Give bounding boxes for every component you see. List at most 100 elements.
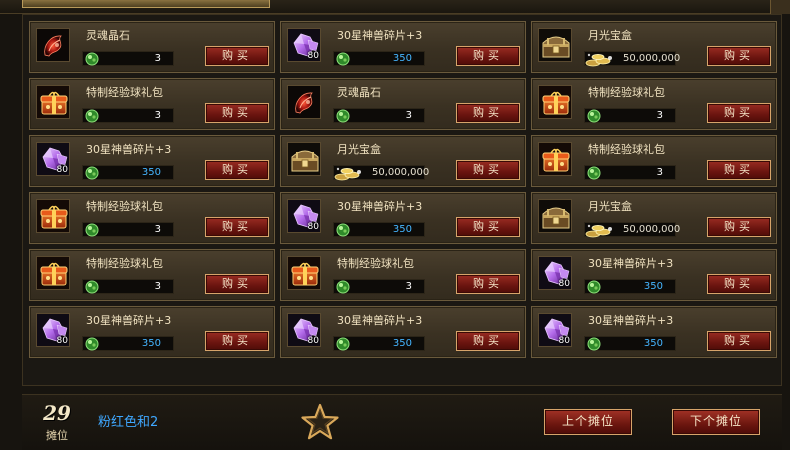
buy-button[interactable]: 购买 <box>707 160 771 180</box>
gift-box-icon[interactable] <box>36 199 70 233</box>
gift-box-icon[interactable] <box>287 256 321 290</box>
gift-box-icon[interactable] <box>36 256 70 290</box>
soul-crystal-icon[interactable] <box>36 28 70 62</box>
top-right-tab <box>770 0 790 14</box>
booth-item-panel: 灵魂晶石 3 购买 80 30星神兽碎片+3 350 购买 月光宝盒 50,000,000 购买特… <box>22 14 782 386</box>
price-value: 3 <box>154 53 161 64</box>
purple-gem-icon[interactable]: 80 <box>287 199 321 233</box>
buy-button[interactable]: 购买 <box>456 160 520 180</box>
item-price: 350 <box>333 51 425 66</box>
item-name: 30星神兽碎片+3 <box>588 314 674 327</box>
price-value: 3 <box>405 110 412 121</box>
top-tab[interactable] <box>22 0 270 8</box>
item-name: 灵魂晶石 <box>337 86 381 99</box>
treasure-chest-icon[interactable] <box>287 142 321 176</box>
buy-button[interactable]: 购买 <box>707 103 771 123</box>
buy-button[interactable]: 购买 <box>456 103 520 123</box>
shop-item-card: 80 30星神兽碎片+3 350 购买 <box>29 135 275 187</box>
purple-gem-icon[interactable]: 80 <box>36 142 70 176</box>
item-name: 月光宝盒 <box>588 29 632 42</box>
purple-gem-icon[interactable]: 80 <box>287 28 321 62</box>
buy-button[interactable]: 购买 <box>205 217 269 237</box>
item-price: 3 <box>584 108 676 123</box>
item-quantity: 80 <box>558 336 570 346</box>
next-booth-button[interactable]: 下个摊位 <box>672 409 760 435</box>
star-icon[interactable] <box>301 403 339 445</box>
gift-box-icon[interactable] <box>36 85 70 119</box>
item-name: 30星神兽碎片+3 <box>337 314 423 327</box>
buy-button[interactable]: 购买 <box>205 103 269 123</box>
purple-gem-icon[interactable]: 80 <box>36 313 70 347</box>
buy-button[interactable]: 购买 <box>205 274 269 294</box>
buy-button[interactable]: 购买 <box>456 331 520 351</box>
buy-button[interactable]: 购买 <box>707 274 771 294</box>
buy-button[interactable]: 购买 <box>205 331 269 351</box>
gift-box-icon[interactable] <box>538 85 572 119</box>
item-price: 50,000,000 <box>584 222 680 238</box>
buy-button[interactable]: 购买 <box>456 274 520 294</box>
item-price: 350 <box>584 279 676 294</box>
item-name: 月光宝盒 <box>337 143 381 156</box>
shop-item-card: 80 30星神兽碎片+3 350 购买 <box>531 249 777 301</box>
booth-footer: 29 摊位 粉红色和2 上个摊位 下个摊位 <box>22 394 782 450</box>
price-value: 350 <box>643 338 663 349</box>
item-price: 3 <box>82 108 174 123</box>
price-value: 50,000,000 <box>372 167 430 178</box>
item-price: 3 <box>82 222 174 237</box>
buy-button[interactable]: 购买 <box>205 160 269 180</box>
item-name: 30星神兽碎片+3 <box>337 200 423 213</box>
price-value: 50,000,000 <box>623 53 681 64</box>
buy-button[interactable]: 购买 <box>707 46 771 66</box>
price-value: 3 <box>656 110 663 121</box>
item-quantity: 80 <box>56 336 68 346</box>
gift-box-icon[interactable] <box>538 142 572 176</box>
item-price: 3 <box>584 165 676 180</box>
price-value: 350 <box>392 224 412 235</box>
buy-button[interactable]: 购买 <box>707 331 771 351</box>
price-value: 3 <box>405 281 412 292</box>
price-value: 3 <box>154 224 161 235</box>
item-price: 3 <box>82 279 174 294</box>
item-price: 50,000,000 <box>333 165 429 181</box>
buy-button[interactable]: 购买 <box>456 217 520 237</box>
item-price: 350 <box>82 165 174 180</box>
price-value: 350 <box>141 167 161 178</box>
buy-button[interactable]: 购买 <box>205 46 269 66</box>
price-value: 50,000,000 <box>623 224 681 235</box>
soul-crystal-icon[interactable] <box>287 85 321 119</box>
buy-button[interactable]: 购买 <box>707 217 771 237</box>
purple-gem-icon[interactable]: 80 <box>538 256 572 290</box>
booth-label: 摊位 <box>46 429 68 442</box>
item-name: 30星神兽碎片+3 <box>337 29 423 42</box>
prev-booth-button[interactable]: 上个摊位 <box>544 409 632 435</box>
shop-item-card: 月光宝盒 50,000,000 购买 <box>280 135 526 187</box>
item-quantity: 80 <box>307 336 319 346</box>
treasure-chest-icon[interactable] <box>538 28 572 62</box>
shop-item-card: 80 30星神兽碎片+3 350 购买 <box>29 306 275 358</box>
shop-item-card: 灵魂晶石 3 购买 <box>29 21 275 73</box>
buy-button[interactable]: 购买 <box>456 46 520 66</box>
item-price: 350 <box>333 336 425 351</box>
item-name: 特制经验球礼包 <box>337 257 414 270</box>
item-quantity: 80 <box>307 51 319 61</box>
item-name: 30星神兽碎片+3 <box>86 314 172 327</box>
booth-owner-name[interactable]: 粉红色和2 <box>98 411 158 430</box>
shop-item-card: 80 30星神兽碎片+3 350 购买 <box>280 192 526 244</box>
item-price: 350 <box>82 336 174 351</box>
item-price: 350 <box>584 336 676 351</box>
purple-gem-icon[interactable]: 80 <box>538 313 572 347</box>
item-price: 3 <box>82 51 174 66</box>
shop-item-card: 特制经验球礼包 3 购买 <box>29 78 275 130</box>
gold-coins-icon <box>583 49 617 73</box>
shop-item-card: 月光宝盒 50,000,000 购买 <box>531 192 777 244</box>
shop-item-card: 特制经验球礼包 3 购买 <box>531 135 777 187</box>
price-value: 350 <box>643 281 663 292</box>
gold-coins-icon <box>583 220 617 244</box>
item-price: 3 <box>333 108 425 123</box>
treasure-chest-icon[interactable] <box>538 199 572 233</box>
shop-item-card: 特制经验球礼包 3 购买 <box>280 249 526 301</box>
purple-gem-icon[interactable]: 80 <box>287 313 321 347</box>
gold-coins-icon <box>332 163 366 187</box>
item-name: 30星神兽碎片+3 <box>86 143 172 156</box>
shop-item-card: 灵魂晶石 3 购买 <box>280 78 526 130</box>
